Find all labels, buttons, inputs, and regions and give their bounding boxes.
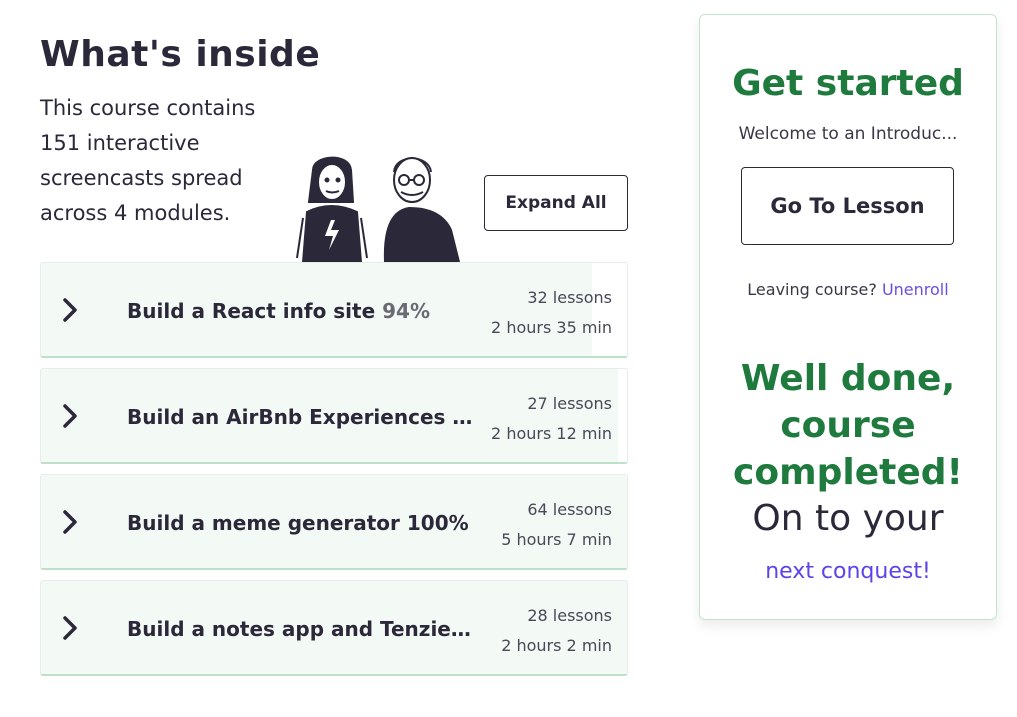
- module-title-text: Build a notes app and Tenzies g...: [127, 617, 477, 641]
- leaving-course: Leaving course? Unenroll: [700, 280, 996, 299]
- module-meta: 64 lessons 5 hours 7 min: [501, 495, 612, 555]
- module-title-text: Build a React info site: [127, 299, 376, 323]
- get-started-card: Get started Welcome to an Introduc... Go…: [699, 14, 997, 620]
- module-meta: 32 lessons 2 hours 35 min: [491, 283, 612, 343]
- module-percent: 100%: [406, 511, 469, 535]
- module-lessons: 27 lessons: [527, 394, 612, 413]
- card-heading: Get started: [732, 63, 964, 104]
- module-duration: 2 hours 2 min: [501, 636, 612, 655]
- module-duration: 5 hours 7 min: [501, 530, 612, 549]
- module-percent: 94%: [382, 299, 430, 323]
- section-title: What's inside: [40, 34, 321, 75]
- module-title: Build an AirBnb Experiences cl...: [127, 405, 477, 429]
- module-duration: 2 hours 12 min: [491, 424, 612, 443]
- module-title-text: Build a meme generator: [127, 511, 400, 535]
- module-lessons: 64 lessons: [527, 500, 612, 519]
- module-row[interactable]: Build a React info site 94% 32 lessons 2…: [40, 262, 628, 358]
- chevron-right-icon[interactable]: [59, 402, 81, 430]
- module-lessons: 32 lessons: [527, 288, 612, 307]
- onto-text: On to your: [752, 498, 944, 539]
- completion-message: Well done, course completed!: [733, 358, 963, 493]
- module-duration: 2 hours 35 min: [491, 318, 612, 337]
- module-meta: 27 lessons 2 hours 12 min: [491, 389, 612, 449]
- leaving-text: Leaving course?: [747, 280, 877, 299]
- chevron-right-icon[interactable]: [59, 296, 81, 324]
- expand-all-button[interactable]: Expand All: [484, 175, 628, 231]
- module-title: Build a notes app and Tenzies g...: [127, 617, 477, 641]
- welcome-text: Welcome to an Introduc...: [738, 124, 958, 144]
- module-row[interactable]: Build a meme generator 100% 64 lessons 5…: [40, 474, 628, 570]
- module-title: Build a React info site 94%: [127, 299, 477, 323]
- module-title-text: Build an AirBnb Experiences cl...: [127, 405, 477, 429]
- module-meta: 28 lessons 2 hours 2 min: [501, 601, 612, 661]
- chevron-right-icon[interactable]: [59, 614, 81, 642]
- module-title: Build a meme generator 100%: [127, 511, 477, 535]
- chevron-right-icon[interactable]: [59, 508, 81, 536]
- next-conquest-link[interactable]: next conquest!: [700, 559, 996, 584]
- unenroll-link[interactable]: Unenroll: [882, 280, 949, 299]
- module-lessons: 28 lessons: [527, 606, 612, 625]
- go-to-lesson-button[interactable]: Go To Lesson: [741, 167, 954, 245]
- students-illustration: [296, 156, 461, 262]
- course-page: What's inside This course contains 151 i…: [0, 0, 1017, 717]
- module-row[interactable]: Build a notes app and Tenzies g... 28 le…: [40, 580, 628, 676]
- module-row[interactable]: Build an AirBnb Experiences cl... 27 les…: [40, 368, 628, 464]
- course-description: This course contains 151 interactive scr…: [40, 96, 256, 225]
